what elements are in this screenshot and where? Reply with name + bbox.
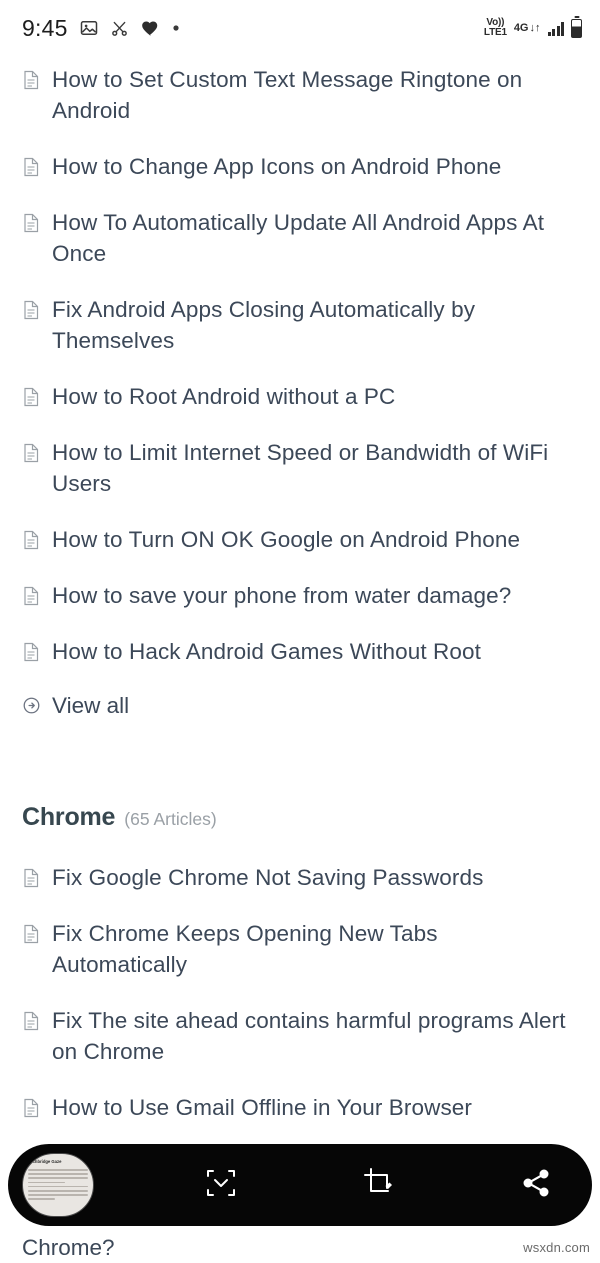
status-bar-right: Vo)) LTE1 4G ↓↑ bbox=[484, 0, 582, 56]
thumbnail-lines bbox=[28, 1169, 88, 1203]
status-clock: 9:45 bbox=[22, 14, 68, 41]
article-link[interactable]: How to Use Gmail Offline in Your Browser bbox=[52, 1092, 472, 1123]
crop-edit-icon bbox=[362, 1166, 396, 1205]
article-link[interactable]: How to Root Android without a PC bbox=[52, 381, 395, 412]
list-item[interactable]: How to save your phone from water damage… bbox=[0, 580, 600, 611]
article-link[interactable]: How to Turn ON OK Google on Android Phon… bbox=[52, 524, 520, 555]
phone-screen: 9:45 Vo)) LTE1 4G ↓↑ How to Set Custom T… bbox=[0, 0, 600, 1263]
document-icon bbox=[22, 157, 42, 182]
document-icon bbox=[22, 213, 42, 238]
document-icon bbox=[22, 868, 42, 893]
share-icon bbox=[520, 1167, 552, 1204]
document-icon bbox=[22, 70, 42, 95]
signal-bars-icon bbox=[547, 21, 564, 36]
document-icon bbox=[22, 530, 42, 555]
image-icon bbox=[79, 18, 99, 38]
screenshot-thumbnail[interactable]: Techbridge Gaze bbox=[22, 1153, 94, 1217]
edit-crop-button[interactable] bbox=[349, 1155, 409, 1215]
list-item[interactable]: Fix Google Chrome Not Saving Passwords bbox=[0, 862, 600, 893]
view-all-label: View all bbox=[52, 693, 130, 718]
partial-article-text: Chrome? bbox=[22, 1235, 115, 1260]
document-icon bbox=[22, 300, 42, 325]
battery-icon bbox=[571, 18, 582, 38]
document-icon bbox=[22, 642, 42, 667]
article-link[interactable]: How to Change App Icons on Android Phone bbox=[52, 151, 501, 182]
list-item[interactable]: How to Set Custom Text Message Ringtone … bbox=[0, 64, 600, 126]
article-link[interactable]: Fix The site ahead contains harmful prog… bbox=[52, 1005, 576, 1067]
section-article-count: (65 Articles) bbox=[124, 809, 217, 829]
list-item[interactable]: How to Hack Android Games Without Root bbox=[0, 636, 600, 667]
network-indicator: 4G ↓↑ bbox=[513, 21, 541, 34]
list-item[interactable]: Fix Chrome Keeps Opening New Tabs Automa… bbox=[0, 918, 600, 980]
screenshot-toolbar: Techbridge Gaze bbox=[8, 1144, 592, 1226]
status-bar: 9:45 Vo)) LTE1 4G ↓↑ bbox=[0, 0, 600, 56]
list-item[interactable]: Fix The site ahead contains harmful prog… bbox=[0, 1005, 600, 1067]
list-item[interactable]: How to Root Android without a PC bbox=[0, 381, 600, 412]
document-icon bbox=[22, 443, 42, 468]
share-button[interactable] bbox=[506, 1155, 566, 1215]
view-all-link[interactable]: View all bbox=[0, 690, 600, 721]
article-link[interactable]: Fix Chrome Keeps Opening New Tabs Automa… bbox=[52, 918, 576, 980]
section-header-chrome: Chrome (65 Articles) bbox=[0, 803, 600, 832]
list-item[interactable]: Fix Android Apps Closing Automatically b… bbox=[0, 294, 600, 356]
list-item[interactable]: How to Turn ON OK Google on Android Phon… bbox=[0, 524, 600, 555]
section-title: Chrome bbox=[22, 803, 116, 831]
document-icon bbox=[22, 387, 42, 412]
list-item[interactable]: How to Change App Icons on Android Phone bbox=[0, 151, 600, 182]
article-link[interactable]: Fix Android Apps Closing Automatically b… bbox=[52, 294, 576, 356]
volte-icon: Vo)) LTE1 bbox=[484, 18, 507, 38]
article-link[interactable]: How To Automatically Update All Android … bbox=[52, 207, 576, 269]
article-link[interactable]: How to Set Custom Text Message Ringtone … bbox=[52, 64, 576, 126]
thumbnail-caption: Techbridge Gaze bbox=[28, 1159, 62, 1164]
expand-capture-button[interactable] bbox=[191, 1155, 251, 1215]
arrow-circle-right-icon bbox=[22, 696, 42, 715]
list-item[interactable]: How to Use Gmail Offline in Your Browser bbox=[0, 1092, 600, 1123]
article-link[interactable]: Fix Google Chrome Not Saving Passwords bbox=[52, 862, 483, 893]
list-item[interactable]: How to Limit Internet Speed or Bandwidth… bbox=[0, 437, 600, 499]
status-bar-left: 9:45 bbox=[22, 15, 180, 42]
document-icon bbox=[22, 1098, 42, 1123]
expand-scroll-icon bbox=[204, 1166, 238, 1205]
network-label: 4G bbox=[513, 21, 529, 34]
list-item[interactable]: How To Automatically Update All Android … bbox=[0, 207, 600, 269]
document-icon bbox=[22, 924, 42, 949]
watermark: wsxdn.com bbox=[523, 1240, 590, 1255]
heart-icon bbox=[140, 18, 161, 39]
network-arrows: ↓↑ bbox=[529, 21, 541, 34]
dot-icon bbox=[172, 24, 180, 32]
article-content: How to Set Custom Text Message Ringtone … bbox=[0, 56, 600, 1210]
document-icon bbox=[22, 586, 42, 611]
article-link[interactable]: How to Hack Android Games Without Root bbox=[52, 636, 481, 667]
volte-line2: LTE1 bbox=[483, 27, 507, 38]
android-article-list: How to Set Custom Text Message Ringtone … bbox=[0, 64, 600, 667]
document-icon bbox=[22, 1011, 42, 1036]
article-link[interactable]: How to save your phone from water damage… bbox=[52, 580, 511, 611]
article-link[interactable]: How to Limit Internet Speed or Bandwidth… bbox=[52, 437, 576, 499]
scissors-icon bbox=[110, 19, 129, 38]
